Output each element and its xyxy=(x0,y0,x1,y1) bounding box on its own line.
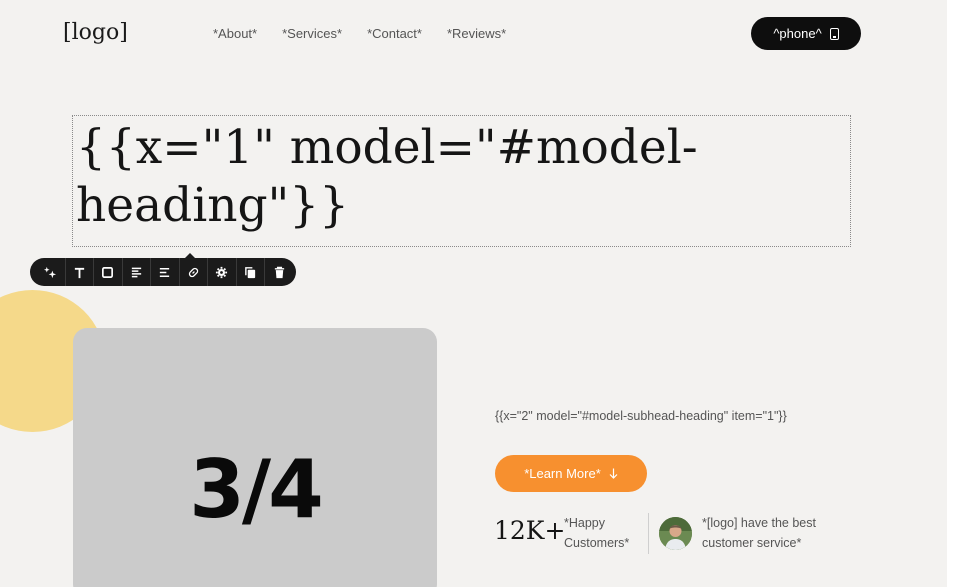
duplicate-icon[interactable] xyxy=(237,258,265,286)
phone-button[interactable]: ^phone^ xyxy=(751,17,861,50)
testimonial-text: *[logo] have the best customer service* xyxy=(702,516,816,550)
nav-link-reviews[interactable]: *Reviews* xyxy=(447,26,506,41)
stat-divider xyxy=(648,513,649,554)
stat-number: 12K+ xyxy=(494,516,566,545)
phone-button-label: ^phone^ xyxy=(773,26,822,41)
align-center-icon[interactable] xyxy=(151,258,180,286)
stat-label: *Happy Customers* xyxy=(564,516,630,550)
nav-link-about[interactable]: *About* xyxy=(213,26,257,41)
ai-magic-icon[interactable] xyxy=(37,258,66,286)
link-icon[interactable] xyxy=(180,258,208,286)
editor-toolbar xyxy=(30,253,296,286)
arrow-down-icon xyxy=(609,468,618,479)
nav-link-services[interactable]: *Services* xyxy=(282,26,342,41)
box-icon[interactable] xyxy=(94,258,123,286)
align-left-icon[interactable] xyxy=(123,258,151,286)
text-icon[interactable] xyxy=(66,258,94,286)
aspect-ratio-label: 3/4 xyxy=(189,443,324,536)
settings-icon[interactable] xyxy=(208,258,237,286)
hero-heading[interactable]: {{x="1" model="#model-heading"}} xyxy=(76,119,776,235)
avatar xyxy=(659,517,692,550)
page: [logo] *About* *Services* *Contact* *Rev… xyxy=(0,0,947,587)
main-nav: *About* *Services* *Contact* *Reviews* xyxy=(213,26,506,41)
learn-more-label: *Learn More* xyxy=(524,466,601,481)
media-placeholder[interactable]: 3/4 xyxy=(73,328,437,587)
learn-more-button[interactable]: *Learn More* xyxy=(495,455,647,492)
hero-subhead[interactable]: {{x="2" model="#model-subhead-heading" i… xyxy=(495,409,787,423)
delete-icon[interactable] xyxy=(265,258,294,286)
logo[interactable]: [logo] xyxy=(63,20,128,45)
nav-link-contact[interactable]: *Contact* xyxy=(367,26,422,41)
phone-icon xyxy=(829,27,839,40)
